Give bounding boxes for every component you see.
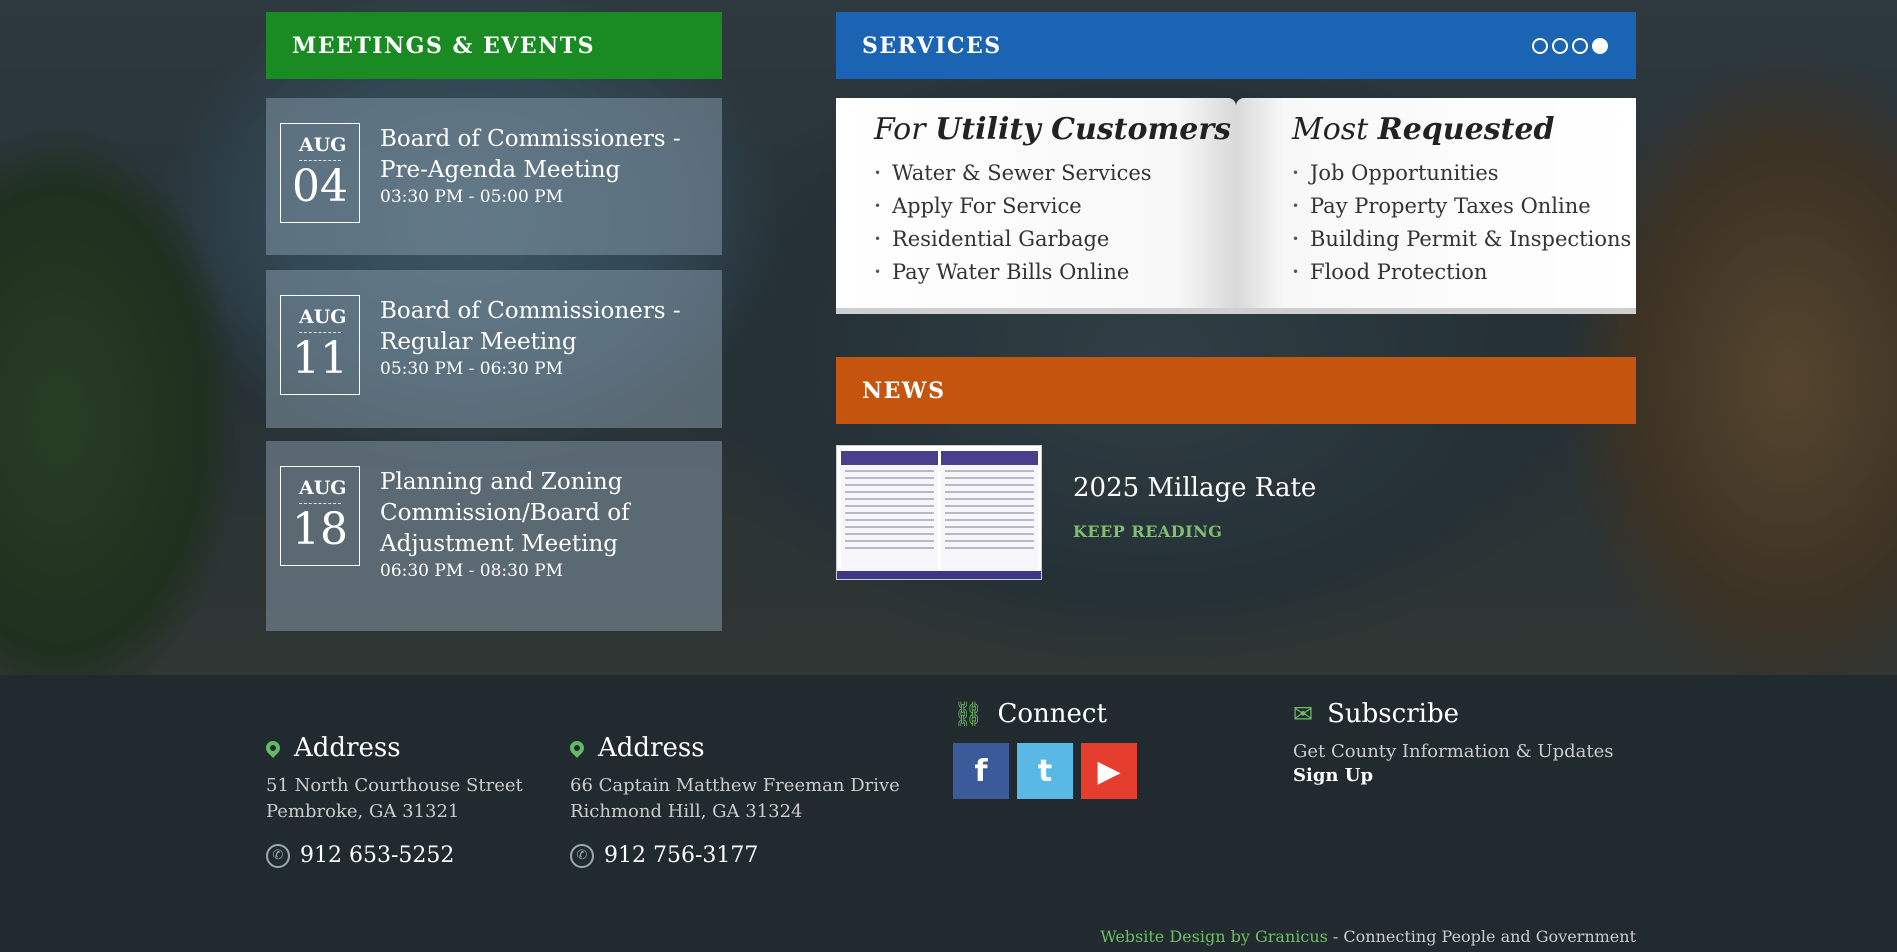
phone-icon: ✆ [266, 843, 290, 868]
services-page-requested: Most Requested Job Opportunities Pay Pro… [1236, 98, 1636, 310]
service-link[interactable]: Water & Sewer Services [874, 157, 1236, 190]
services-book: For Utility Customers Water & Sewer Serv… [836, 98, 1636, 310]
news-title-header: NEWS [862, 377, 946, 404]
subscribe-label: Subscribe [1327, 699, 1459, 729]
event-title[interactable]: Board of Commissioners - Pre-Agenda Meet… [380, 126, 681, 183]
event-time: 03:30 PM - 05:00 PM [380, 187, 564, 207]
event-item[interactable]: AUG 18 Planning and Zoning Commission/Bo… [266, 441, 722, 631]
phone-row[interactable]: ✆ 912 653-5252 [266, 843, 523, 868]
event-title[interactable]: Board of Commissioners - Regular Meeting [380, 298, 681, 355]
event-date: AUG 11 [280, 295, 360, 395]
credit-tagline: - Connecting People and Government [1327, 927, 1636, 946]
event-item[interactable]: AUG 11 Board of Commissioners - Regular … [266, 270, 722, 428]
address-heading: Address [263, 733, 523, 763]
services-utility-heading: For Utility Customers [874, 112, 1236, 147]
service-link[interactable]: Pay Water Bills Online [874, 256, 1236, 289]
service-link[interactable]: Pay Property Taxes Online [1292, 190, 1636, 223]
carousel-dot-1[interactable] [1532, 38, 1548, 54]
event-title[interactable]: Planning and Zoning Commission/Board of … [380, 469, 630, 557]
footer-connect: ⛓ Connect f t ▶ [953, 699, 1137, 799]
meetings-events-header[interactable]: MEETINGS & EVENTS [266, 12, 722, 79]
heading-bold: Utility Customers [935, 112, 1232, 147]
service-link[interactable]: Job Opportunities [1292, 157, 1636, 190]
services-requested-heading: Most Requested [1292, 112, 1636, 147]
event-item[interactable]: AUG 04 Board of Commissioners - Pre-Agen… [266, 98, 722, 255]
subscribe-text: Get County Information & Updates [1293, 741, 1614, 762]
services-header: SERVICES [836, 12, 1636, 79]
event-day: 18 [292, 504, 348, 555]
phone-icon: ✆ [570, 843, 594, 868]
thumbnail-page [941, 451, 1038, 575]
address-text: 51 North Courthouse Street Pembroke, GA … [266, 773, 523, 825]
event-month: AUG [299, 134, 347, 161]
address-line: 66 Captain Matthew Freeman Drive [570, 775, 900, 796]
service-link[interactable]: Building Permit & Inspections [1292, 223, 1636, 256]
carousel-dot-4[interactable] [1592, 38, 1608, 54]
service-link[interactable]: Apply For Service [874, 190, 1236, 223]
news-article-title[interactable]: 2025 Millage Rate [1073, 473, 1316, 503]
link-icon: ⛓ [953, 700, 984, 728]
service-link[interactable]: Residential Garbage [874, 223, 1236, 256]
granicus-link[interactable]: Website Design by Granicus [1100, 927, 1328, 946]
event-title-block[interactable]: Board of Commissioners - Pre-Agenda Meet… [380, 124, 715, 208]
footer-address-2: Address 66 Captain Matthew Freeman Drive… [567, 733, 900, 868]
services-carousel-dots [1532, 38, 1608, 54]
twitter-icon[interactable]: t [1017, 743, 1073, 799]
heading-prefix: Most [1292, 112, 1378, 147]
meetings-events-title: MEETINGS & EVENTS [292, 32, 595, 59]
news-thumbnail[interactable] [836, 445, 1042, 580]
youtube-icon[interactable]: ▶ [1081, 743, 1137, 799]
event-date: AUG 18 [280, 466, 360, 566]
map-pin-icon [263, 738, 283, 758]
connect-label: Connect [997, 699, 1107, 729]
phone-row[interactable]: ✆ 912 756-3177 [570, 843, 900, 868]
news-header: NEWS [836, 357, 1636, 424]
subscribe-heading: ✉ Subscribe [1293, 699, 1613, 729]
services-requested-list: Job Opportunities Pay Property Taxes Onl… [1292, 157, 1636, 289]
event-day: 04 [292, 161, 348, 212]
phone-number[interactable]: 912 653-5252 [300, 843, 454, 868]
map-pin-icon [567, 738, 587, 758]
address-heading: Address [567, 733, 900, 763]
event-time: 06:30 PM - 08:30 PM [380, 561, 564, 581]
event-time: 05:30 PM - 06:30 PM [380, 359, 564, 379]
heading-prefix: For [874, 112, 936, 147]
connect-heading: ⛓ Connect [953, 699, 1137, 729]
event-month: AUG [299, 477, 347, 504]
event-title-block[interactable]: Board of Commissioners - Regular Meeting… [380, 296, 715, 380]
footer-subscribe: ✉ Subscribe Get County Information & Upd… [1293, 699, 1613, 786]
keep-reading-link[interactable]: KEEP READING [1073, 522, 1222, 541]
book-edge [836, 308, 1636, 314]
address-text: 66 Captain Matthew Freeman Drive Richmon… [570, 773, 900, 825]
event-month: AUG [299, 306, 347, 333]
event-date: AUG 04 [280, 123, 360, 223]
carousel-dot-3[interactable] [1572, 38, 1588, 54]
address-line: Richmond Hill, GA 31324 [570, 801, 803, 822]
footer-address-1: Address 51 North Courthouse Street Pembr… [263, 733, 523, 868]
social-links: f t ▶ [953, 743, 1137, 799]
phone-number[interactable]: 912 756-3177 [604, 843, 758, 868]
heading-bold: Requested [1377, 112, 1555, 147]
services-title: SERVICES [862, 32, 1002, 59]
footer-credit: Website Design by Granicus - Connecting … [1100, 927, 1636, 946]
address-label: Address [294, 733, 401, 763]
carousel-dot-2[interactable] [1552, 38, 1568, 54]
event-title-block[interactable]: Planning and Zoning Commission/Board of … [380, 467, 715, 582]
services-utility-list: Water & Sewer Services Apply For Service… [874, 157, 1236, 289]
thumbnail-page [841, 451, 938, 575]
service-link[interactable]: Flood Protection [1292, 256, 1636, 289]
event-day: 11 [292, 333, 348, 384]
address-line: 51 North Courthouse Street [266, 775, 523, 796]
mail-plus-icon: ✉ [1293, 700, 1314, 728]
address-label: Address [598, 733, 705, 763]
services-page-utility: For Utility Customers Water & Sewer Serv… [836, 98, 1236, 310]
sign-up-link[interactable]: Sign Up [1293, 765, 1613, 786]
address-line: Pembroke, GA 31321 [266, 801, 460, 822]
facebook-icon[interactable]: f [953, 743, 1009, 799]
